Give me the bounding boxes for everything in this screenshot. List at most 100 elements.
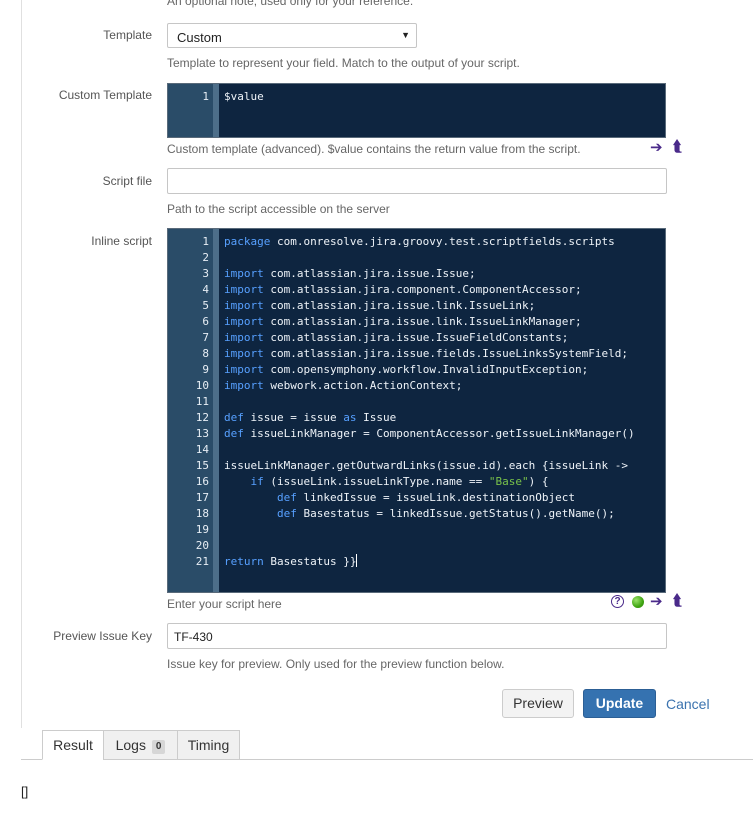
code-line: 11 <box>168 394 665 410</box>
arrow-up-left-icon[interactable]: ⮬ <box>673 139 682 154</box>
arrow-right-icon[interactable]: ➔ <box>650 594 663 609</box>
code-keyword: package <box>224 235 271 248</box>
script-file-label: Script file <box>102 174 152 188</box>
line-number: 6 <box>202 315 209 328</box>
code-text: import com.atlassian.jira.issue.IssueFie… <box>224 330 568 346</box>
code-text: def linkedIssue = issueLink.destinationO… <box>224 490 575 506</box>
code-line: 13 def issueLinkManager = ComponentAccess… <box>168 426 665 442</box>
line-number: 19 <box>195 523 209 536</box>
code-line: 7 import com.atlassian.jira.issue.IssueFi… <box>168 330 665 346</box>
code-keyword: import <box>224 379 264 392</box>
update-button[interactable]: Update <box>583 689 656 718</box>
code-line: 16 if (issueLink.issueLinkType.name == "… <box>168 474 665 490</box>
line-number: 20 <box>195 539 209 552</box>
code-line: 12 def issue = issue as Issue <box>168 410 665 426</box>
line-number: 14 <box>195 443 209 456</box>
code-token: issueLinkManager = ComponentAccessor.get… <box>243 427 635 440</box>
code-token: linkedIssue = issueLink.destinationObjec… <box>296 491 576 504</box>
code-token: com.opensymphony.workflow.InvalidInputEx… <box>263 363 589 376</box>
help-circle-icon[interactable]: ? <box>611 595 624 608</box>
code-line: 21 return Basestatus }} <box>168 554 665 570</box>
chevron-down-icon: ▼ <box>401 30 410 40</box>
inline-script-label: Inline script <box>91 234 152 248</box>
code-line: 9 import com.opensymphony.workflow.Invali… <box>168 362 665 378</box>
line-number: 18 <box>195 507 209 520</box>
line-number: 21 <box>195 555 209 568</box>
code-keyword: as <box>343 411 357 424</box>
code-text: import com.opensymphony.workflow.Invalid… <box>224 362 588 378</box>
custom-template-editor[interactable]: 1 $value <box>167 83 666 138</box>
custom-template-help: Custom template (advanced). $value conta… <box>167 142 581 156</box>
code-line: 8 import com.atlassian.jira.issue.fields.… <box>168 346 665 362</box>
code-token: webwork.action.ActionContext; <box>263 379 463 392</box>
code-token: com.atlassian.jira.issue.Issue; <box>263 267 476 280</box>
script-file-help: Path to the script accessible on the ser… <box>167 202 390 216</box>
code-token: (issueLink.issueLinkType.name == <box>263 475 489 488</box>
tab-timing[interactable]: Timing <box>177 730 240 760</box>
code-text: import com.atlassian.jira.component.Comp… <box>224 282 582 298</box>
line-number: 8 <box>202 347 209 360</box>
line-number: 16 <box>195 475 209 488</box>
code-line: 17 def linkedIssue = issueLink.destinati… <box>168 490 665 506</box>
code-line: 20 <box>168 538 665 554</box>
code-keyword: def <box>224 411 244 424</box>
line-number: 7 <box>202 331 209 344</box>
code-keyword: import <box>224 267 264 280</box>
line-number: 13 <box>195 427 209 440</box>
preview-issue-key-help: Issue key for preview. Only used for the… <box>167 657 505 671</box>
script-file-input[interactable] <box>167 168 667 194</box>
code-keyword: import <box>224 363 264 376</box>
code-text: import webwork.action.ActionContext; <box>224 378 462 394</box>
line-number: 11 <box>195 395 209 408</box>
code-line: 5 import com.atlassian.jira.issue.link.Is… <box>168 298 665 314</box>
code-token: ) { <box>528 475 549 488</box>
arrow-right-icon[interactable]: ➔ <box>650 140 663 155</box>
code-token: Issue <box>356 411 397 424</box>
code-text: package com.onresolve.jira.groovy.test.s… <box>224 234 615 250</box>
line-number: 9 <box>202 363 209 376</box>
line-number: 3 <box>202 267 209 280</box>
line-number: 5 <box>202 299 209 312</box>
code-line: 14 <box>168 442 665 458</box>
preview-issue-key-input[interactable]: TF-430 <box>167 623 667 649</box>
code-keyword: import <box>224 299 264 312</box>
code-line: 4 import com.atlassian.jira.component.Com… <box>168 282 665 298</box>
code-token: com.onresolve.jira.groovy.test.scriptfie… <box>270 235 615 248</box>
code-line: 6 import com.atlassian.jira.issue.link.Is… <box>168 314 665 330</box>
cancel-link[interactable]: Cancel <box>666 696 710 712</box>
code-token: com.atlassian.jira.issue.IssueFieldConst… <box>263 331 569 344</box>
tab-logs-label: Logs <box>115 737 146 753</box>
code-token: com.atlassian.jira.issue.link.IssueLink; <box>263 299 536 312</box>
code-keyword: import <box>224 283 264 296</box>
tab-logs[interactable]: Logs 0 <box>103 730 178 760</box>
code-keyword: import <box>224 315 264 328</box>
description-help: An optional note, used only for your ref… <box>167 0 414 8</box>
code-keyword: return <box>224 555 264 568</box>
inline-script-editor[interactable]: 1 package com.onresolve.jira.groovy.test.… <box>167 228 666 593</box>
tab-result-label: Result <box>53 737 93 753</box>
template-select[interactable]: Custom ▼ <box>167 23 417 48</box>
code-line: 19 <box>168 522 665 538</box>
line-number: 1 <box>202 235 209 248</box>
code-text: def issue = issue as Issue <box>224 410 396 426</box>
preview-button[interactable]: Preview <box>502 689 574 718</box>
logs-count-badge: 0 <box>151 740 166 754</box>
arrow-up-left-icon[interactable]: ⮬ <box>673 593 682 608</box>
code-token: issueLinkManager.getOutwardLinks(issue.i… <box>224 459 628 472</box>
code-token: com.atlassian.jira.issue.fields.IssueLin… <box>263 347 628 360</box>
custom-template-label: Custom Template <box>58 88 152 102</box>
code-keyword: def <box>276 507 297 520</box>
tab-result[interactable]: Result <box>42 730 104 760</box>
code-line: 10 import webwork.action.ActionContext; <box>168 378 665 394</box>
code-text: import com.atlassian.jira.issue.link.Iss… <box>224 314 582 330</box>
template-select-value: Custom <box>177 30 222 45</box>
code-text: issueLinkManager.getOutwardLinks(issue.i… <box>224 458 628 474</box>
code-keyword: import <box>224 331 264 344</box>
line-number: 17 <box>195 491 209 504</box>
code-keyword: def <box>224 427 244 440</box>
code-text: return Basestatus }} <box>224 554 358 570</box>
code-string: "Base" <box>488 475 529 488</box>
